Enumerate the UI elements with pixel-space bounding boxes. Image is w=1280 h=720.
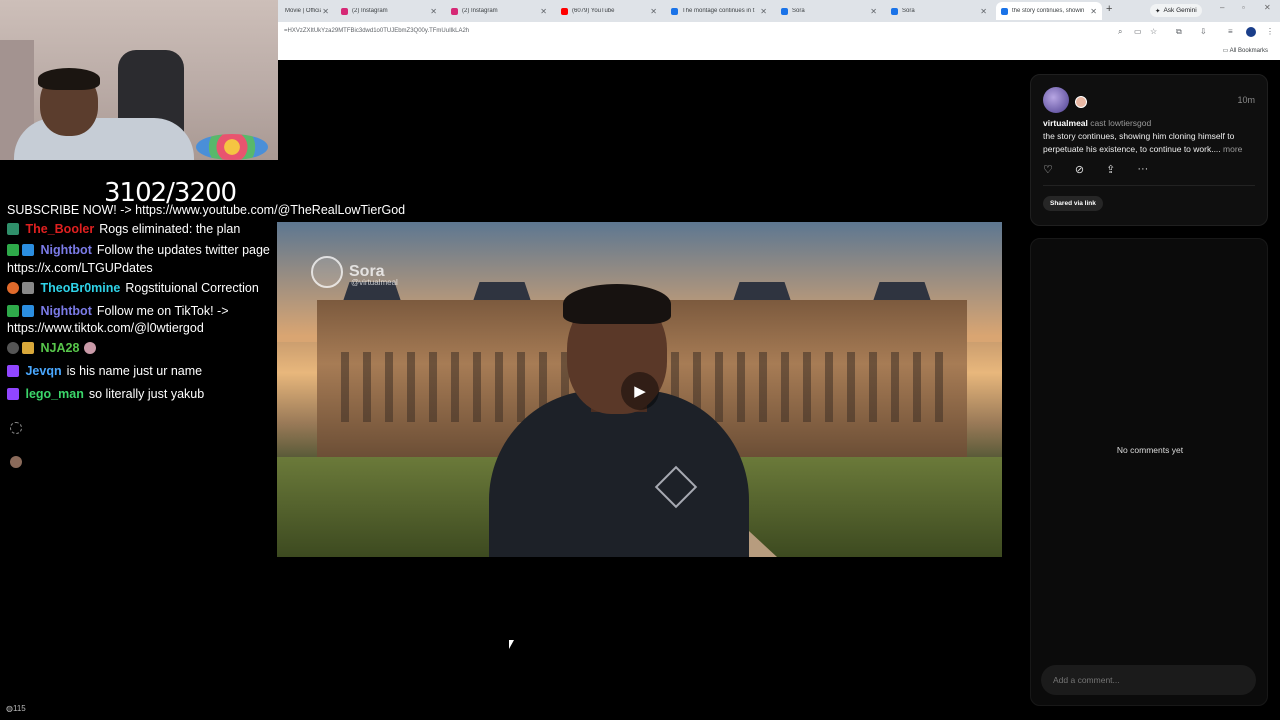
chat-message: NJA28 (7, 338, 99, 358)
chat-message: TheoBr0mine Rogstituional Correction (7, 278, 259, 298)
badge-icon (7, 282, 19, 294)
tab-story-continues[interactable]: the story continues, showin ✕ (996, 2, 1102, 20)
watermark-handle: @virtualmeal (351, 278, 398, 287)
shared-via-link-badge: Shared via link (1043, 196, 1103, 211)
sora-logo-icon (311, 256, 343, 288)
profile-avatar[interactable] (1246, 27, 1256, 37)
loading-icon (10, 422, 22, 434)
emote-icon (84, 342, 97, 354)
downloads-icon[interactable]: ⇩ (1200, 27, 1207, 36)
verified-icon (7, 244, 19, 256)
tab-youtube[interactable]: (6079) YouTube ✕ (556, 2, 662, 20)
minimize-icon[interactable]: – (1220, 3, 1224, 12)
webcam-rug (196, 134, 268, 160)
heart-icon[interactable]: ♡ (1043, 163, 1053, 176)
sora-icon (1001, 7, 1008, 15)
comments-panel: No comments yet (1030, 238, 1268, 706)
tab-sora-2[interactable]: Sora ✕ (886, 2, 992, 20)
url-field[interactable]: =HXVzZXItUkYza29MTFBic3dwd1o0TUJEbmZ3Q00… (284, 28, 469, 34)
cast-label[interactable]: cast lowtiersgod (1090, 118, 1151, 128)
play-icon: ▶ (634, 383, 646, 400)
tab-sora-1[interactable]: Sora ✕ (776, 2, 882, 20)
webcam-person-hair (38, 68, 100, 90)
chat-message: Nightbot Follow the updates twitter page (7, 240, 270, 260)
tab-instagram-2[interactable]: (2) Instagram ✕ (446, 2, 552, 20)
chat-message: The_Booler Rogs eliminated: the plan (7, 219, 240, 239)
close-icon[interactable]: ✕ (650, 7, 657, 16)
cast-avatar[interactable] (1075, 96, 1087, 108)
sora-icon (891, 7, 898, 15)
sora-icon (671, 7, 678, 15)
post-caption: the story continues, showing him cloning… (1043, 131, 1243, 154)
screen: Movie | Official ✕ (2) Instagram ✕ (2) Ins… (0, 0, 1280, 720)
badge-icon (7, 365, 19, 377)
close-icon[interactable]: ✕ (540, 7, 547, 16)
all-bookmarks[interactable]: ▭ All Bookmarks (1223, 47, 1268, 54)
video-hair (563, 284, 671, 324)
webcam-overlay (0, 0, 278, 160)
close-icon[interactable]: ✕ (980, 7, 987, 16)
instagram-icon (451, 7, 458, 15)
moderator-icon (22, 244, 34, 256)
post-panel: 10m virtualmeal cast lowtiersgod the sto… (1030, 74, 1268, 226)
cast-icon[interactable]: ▭ (1134, 27, 1142, 36)
close-icon[interactable]: ✕ (870, 7, 877, 16)
new-tab-button[interactable]: + (1106, 3, 1112, 15)
user-avatar-icon (10, 456, 22, 468)
chat-message-continued: https://x.com/LTGUPdates (7, 261, 153, 275)
chat-message-continued: https://www.tiktok.com/@l0wtiergod (7, 321, 204, 335)
chat-message: Jevqn is his name just ur name (7, 361, 202, 381)
close-icon[interactable]: ✕ (430, 7, 437, 16)
author-avatar[interactable] (1043, 87, 1069, 113)
post-time: 10m (1237, 95, 1255, 105)
verified-icon (7, 305, 19, 317)
ask-gemini-button[interactable]: ✦ Ask Gemini (1150, 4, 1202, 17)
window-close-icon[interactable]: ✕ (1264, 3, 1271, 12)
badge-icon (22, 342, 34, 354)
youtube-icon (561, 7, 568, 15)
viewer-icon: ◍ (6, 704, 13, 713)
extensions-icon[interactable]: ⧉ (1176, 27, 1182, 37)
bookmark-star-icon[interactable]: ☆ (1150, 27, 1157, 36)
tab-search-icon[interactable]: ≡ (1228, 27, 1233, 36)
maximize-icon[interactable]: ▫ (1242, 3, 1245, 12)
instagram-icon (341, 7, 348, 15)
remix-icon[interactable]: ⊘ (1075, 163, 1084, 176)
webcam-person-body (14, 118, 194, 160)
mouse-cursor (509, 640, 514, 649)
more-link[interactable]: more (1223, 144, 1242, 154)
tab-montage[interactable]: The montage continues in t ✕ (666, 2, 772, 20)
gemini-icon: ✦ (1155, 7, 1161, 15)
comment-input[interactable] (1041, 665, 1256, 695)
badge-icon (7, 342, 19, 354)
author-name[interactable]: virtualmeal (1043, 118, 1088, 128)
no-comments-text: No comments yet (1116, 445, 1184, 455)
close-icon[interactable]: ✕ (760, 7, 767, 16)
share-icon[interactable]: ⇪ (1106, 163, 1115, 176)
tab-instagram-1[interactable]: (2) Instagram ✕ (336, 2, 442, 20)
chat-message: lego_man so literally just yakub (7, 384, 204, 404)
menu-icon[interactable]: ⋮ (1266, 27, 1274, 36)
close-icon[interactable]: ✕ (1090, 7, 1097, 16)
moderator-icon (22, 305, 34, 317)
video-player[interactable]: Sora @virtualmeal ▶ (277, 222, 1002, 557)
sora-icon (781, 7, 788, 15)
close-icon[interactable]: ✕ (322, 7, 329, 16)
badge-icon (7, 223, 19, 235)
badge-icon (7, 388, 19, 400)
zoom-icon[interactable]: ⌕ (1118, 27, 1122, 37)
post-actions: ♡ ⊘ ⇪ ··· (1043, 163, 1148, 176)
more-icon[interactable]: ··· (1137, 163, 1148, 176)
viewer-count: ◍115 (6, 704, 26, 713)
badge-icon (22, 282, 34, 294)
tab-movie[interactable]: Movie | Official ✕ (280, 2, 334, 20)
chat-message: SUBSCRIBE NOW! -> https://www.youtube.co… (7, 203, 406, 217)
play-button[interactable]: ▶ (621, 372, 659, 410)
post-author: virtualmeal cast lowtiersgod (1043, 118, 1151, 128)
video-suit (489, 390, 749, 557)
divider (1043, 185, 1255, 186)
